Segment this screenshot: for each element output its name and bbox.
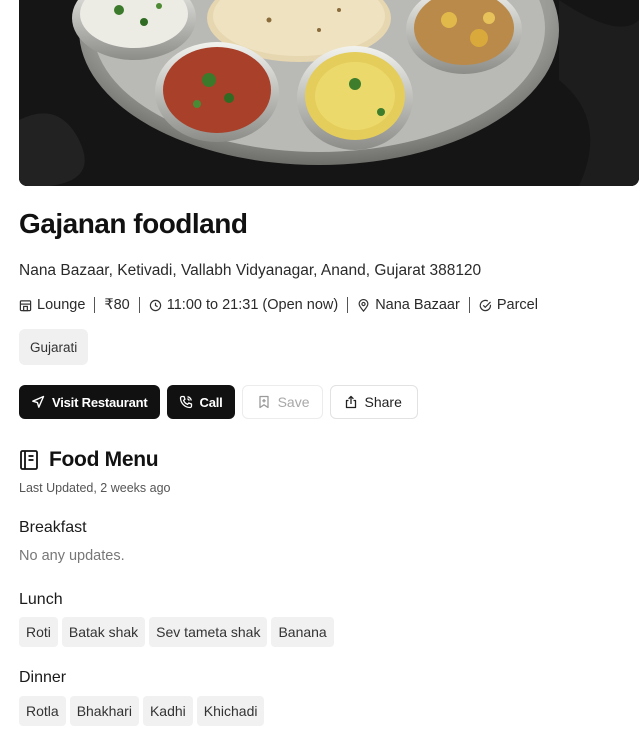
clock-icon [149, 299, 161, 311]
meta-type-label: Lounge [37, 297, 86, 313]
menu-last-updated: Last Updated, 2 weeks ago [19, 481, 171, 495]
menu-book-icon [20, 450, 38, 470]
lunch-label: Lunch [19, 591, 63, 608]
meta-hours: 11:00 to 21:31 (Open now) [149, 297, 338, 313]
meta-area-label: Nana Bazaar [375, 297, 460, 313]
visit-restaurant-button[interactable]: Visit Restaurant [19, 385, 160, 419]
meta-divider [94, 297, 96, 313]
food-menu-title: Food Menu [49, 448, 159, 471]
menu-item-chip: Khichadi [196, 696, 265, 726]
dinner-label: Dinner [19, 669, 67, 686]
meta-area: Nana Bazaar [357, 297, 460, 313]
restaurant-name: Gajanan foodland [19, 208, 248, 239]
breakfast-empty-text: No any updates. [19, 548, 125, 564]
share-icon [345, 395, 356, 409]
bookmark-icon [258, 395, 269, 409]
meta-price-label: ₹80 [104, 297, 130, 313]
meta-divider [138, 297, 140, 313]
dinner-items: Rotla Bhakhari Kadhi Khichadi [19, 696, 265, 726]
save-label: Save [277, 394, 310, 410]
send-icon [32, 395, 45, 408]
meta-type: Lounge [19, 297, 85, 313]
menu-item-chip: Kadhi [142, 696, 193, 726]
restaurant-meta-row: Lounge ₹80 11:00 to 21:31 (Open now) Nan… [19, 297, 538, 313]
food-menu-header: Food Menu [19, 448, 159, 472]
action-bar: Visit Restaurant Call Save Share [19, 385, 418, 419]
save-button[interactable]: Save [241, 385, 323, 419]
menu-item-chip: Batak shak [61, 617, 146, 647]
menu-item-chip: Rotla [19, 696, 66, 726]
meta-hours-label: 11:00 to 21:31 (Open now) [166, 297, 339, 313]
menu-item-chip: Roti [19, 617, 58, 647]
visit-restaurant-label: Visit Restaurant [52, 394, 148, 410]
call-button[interactable]: Call [166, 385, 235, 419]
store-icon [19, 299, 32, 311]
menu-item-chip: Banana [271, 617, 334, 647]
cuisine-tag: Gujarati [19, 329, 89, 365]
restaurant-hero-image [19, 0, 639, 186]
meta-divider [347, 297, 349, 313]
meta-price: ₹80 [104, 297, 129, 313]
check-circle-icon [479, 299, 491, 311]
restaurant-page: Gajanan foodland Nana Bazaar, Ketivadi, … [0, 0, 639, 747]
meta-divider [468, 297, 470, 313]
meta-service: Parcel [479, 297, 538, 313]
phone-icon [179, 395, 192, 409]
restaurant-address: Nana Bazaar, Ketivadi, Vallabh Vidyanaga… [19, 262, 482, 279]
meta-service-label: Parcel [496, 297, 538, 313]
breakfast-label: Breakfast [19, 519, 87, 536]
call-label: Call [199, 394, 223, 410]
menu-item-chip: Bhakhari [69, 696, 139, 726]
menu-item-chip: Sev tameta shak [149, 617, 268, 647]
share-button[interactable]: Share [329, 385, 418, 419]
map-pin-icon [358, 298, 369, 312]
share-label: Share [364, 394, 402, 410]
lunch-items: Roti Batak shak Sev tameta shak Banana [19, 617, 334, 647]
